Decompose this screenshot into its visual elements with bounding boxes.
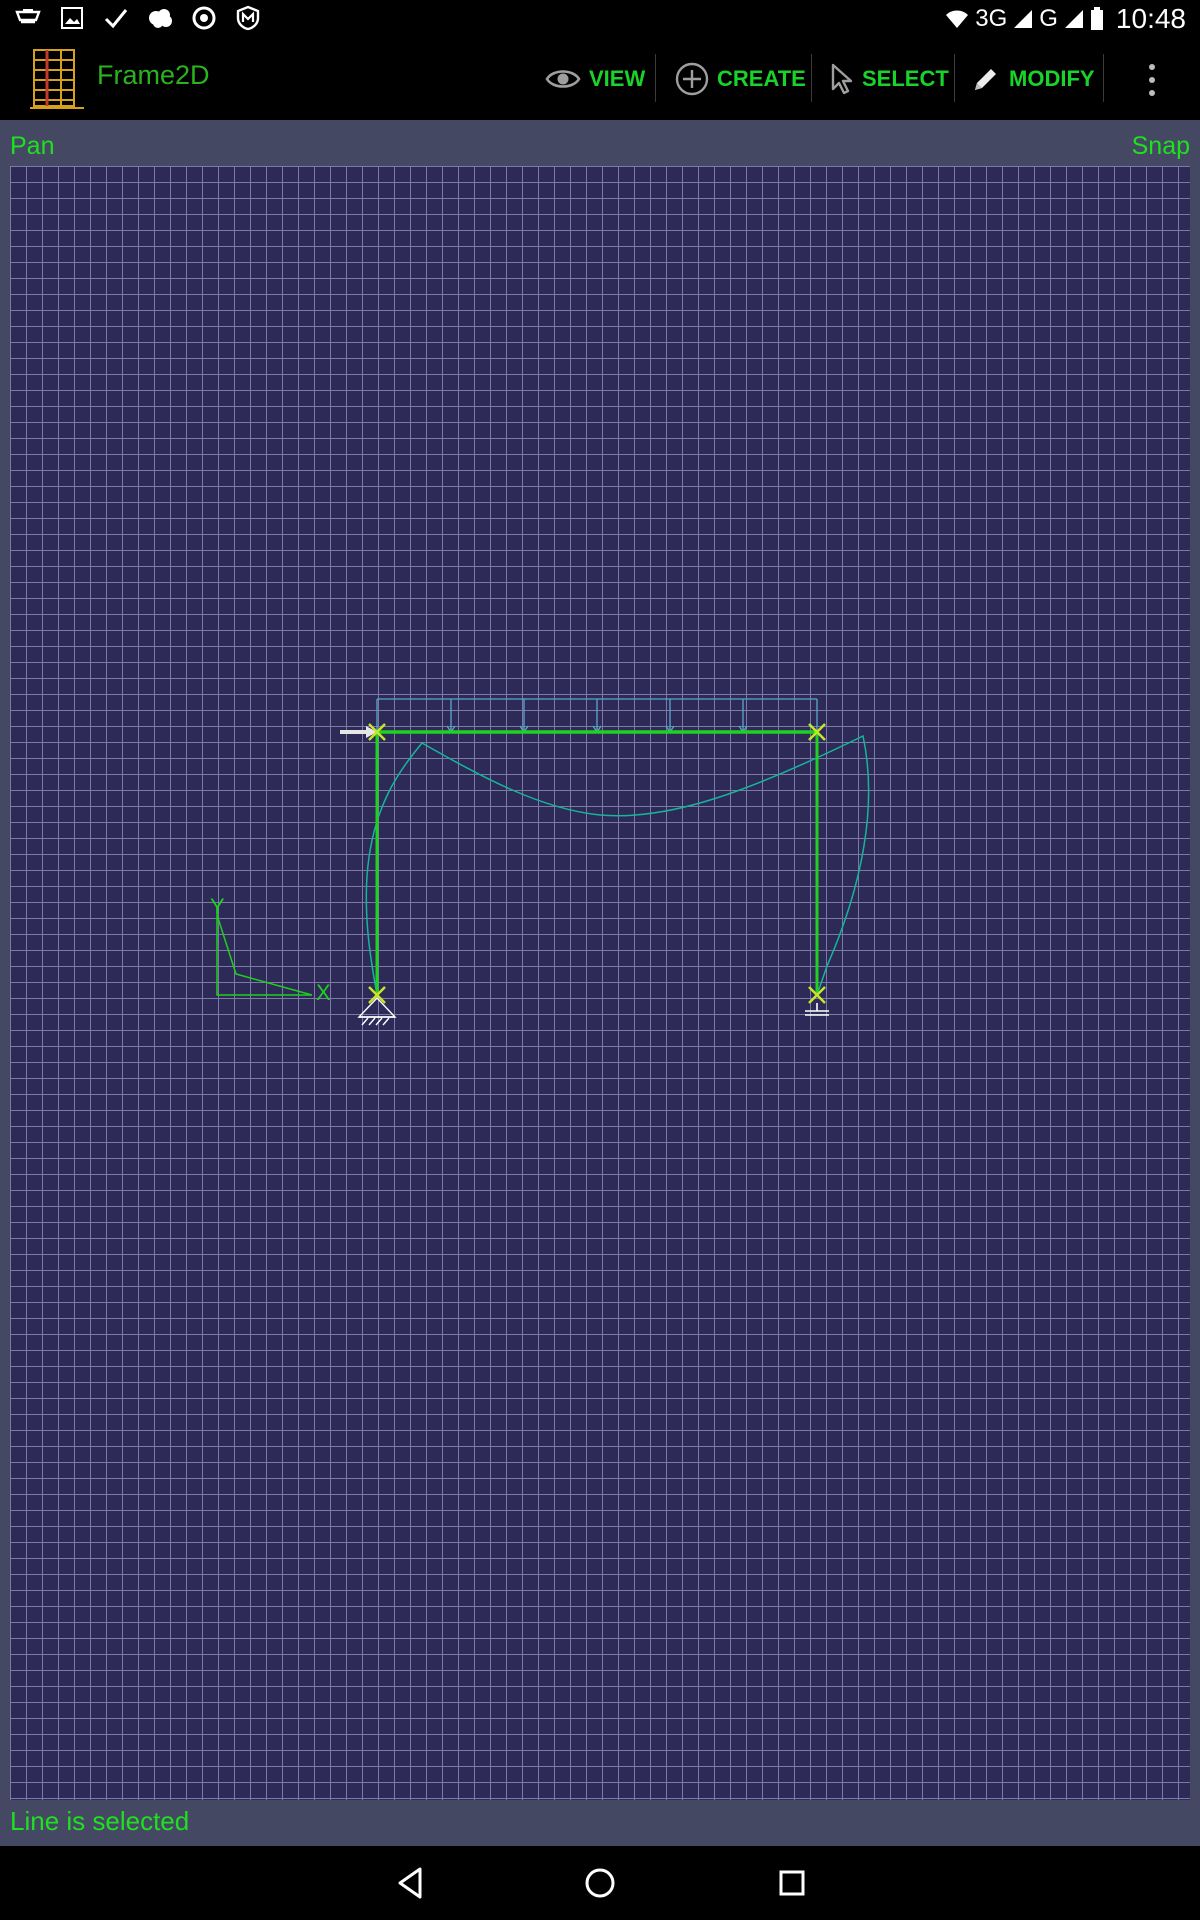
- toolbar-divider: [655, 54, 656, 102]
- view-button[interactable]: VIEW: [545, 56, 645, 102]
- back-icon[interactable]: [390, 1863, 430, 1903]
- modify-button[interactable]: MODIFY: [971, 56, 1095, 102]
- eye-icon: [545, 70, 581, 88]
- battery-icon: [1090, 7, 1103, 30]
- image-icon: [58, 4, 86, 32]
- drawing-canvas[interactable]: Y X: [10, 166, 1190, 1800]
- more-dot-icon: [1149, 64, 1155, 70]
- modify-button-label: MODIFY: [1009, 66, 1095, 91]
- overflow-menu-button[interactable]: [1140, 58, 1164, 102]
- view-button-label: VIEW: [589, 66, 646, 91]
- chrome-icon: [190, 4, 218, 32]
- network-type-2-label: G: [1039, 5, 1058, 32]
- select-button[interactable]: SELECT: [830, 56, 949, 102]
- axis-y-label: Y: [210, 894, 225, 919]
- toolbar-divider: [954, 54, 955, 102]
- notification-icons: [14, 4, 262, 32]
- more-dot-icon: [1149, 77, 1155, 83]
- select-button-label: SELECT: [862, 66, 949, 91]
- recents-icon[interactable]: [772, 1863, 812, 1903]
- shopping-bag-icon: [14, 4, 42, 32]
- add-circle-icon: [675, 62, 709, 96]
- create-button-label: CREATE: [717, 66, 806, 91]
- wifi-icon: [946, 10, 969, 28]
- app-bar: Frame2D VIEW CREATE SELECT MODIFY: [0, 38, 1200, 120]
- app-title: Frame2D: [97, 60, 210, 90]
- network-type-label: 3G: [975, 5, 1008, 32]
- snap-toggle[interactable]: Snap: [1132, 132, 1190, 161]
- check-icon: [102, 4, 130, 32]
- status-message: Line is selected: [10, 1806, 190, 1836]
- axis-x-label: X: [316, 980, 331, 1005]
- shield-icon: [234, 4, 262, 32]
- create-button[interactable]: CREATE: [675, 56, 806, 102]
- status-bar: 3G G 10:48: [0, 0, 1200, 38]
- canvas-grid: [10, 166, 1190, 1800]
- cursor-arrow-icon: [831, 63, 853, 95]
- canvas-frame: Y X: [0, 166, 1200, 1800]
- mode-bar: Pan Snap: [0, 120, 1200, 166]
- signal-2-icon: [1064, 10, 1083, 28]
- pencil-icon: [975, 69, 996, 90]
- cloud-icon: [146, 4, 174, 32]
- more-dot-icon: [1149, 90, 1155, 96]
- message-bar: Line is selected: [0, 1800, 1200, 1846]
- app-logo-icon: [30, 48, 88, 109]
- signal-icon: [1014, 10, 1033, 28]
- toolbar-divider: [811, 54, 812, 102]
- toolbar-divider: [1103, 54, 1104, 102]
- home-icon[interactable]: [580, 1863, 620, 1903]
- pan-mode-label[interactable]: Pan: [10, 132, 54, 161]
- clock: 10:48: [1115, 3, 1186, 34]
- system-status: 3G G 10:48: [945, 0, 1186, 38]
- navigation-bar: [0, 1846, 1200, 1920]
